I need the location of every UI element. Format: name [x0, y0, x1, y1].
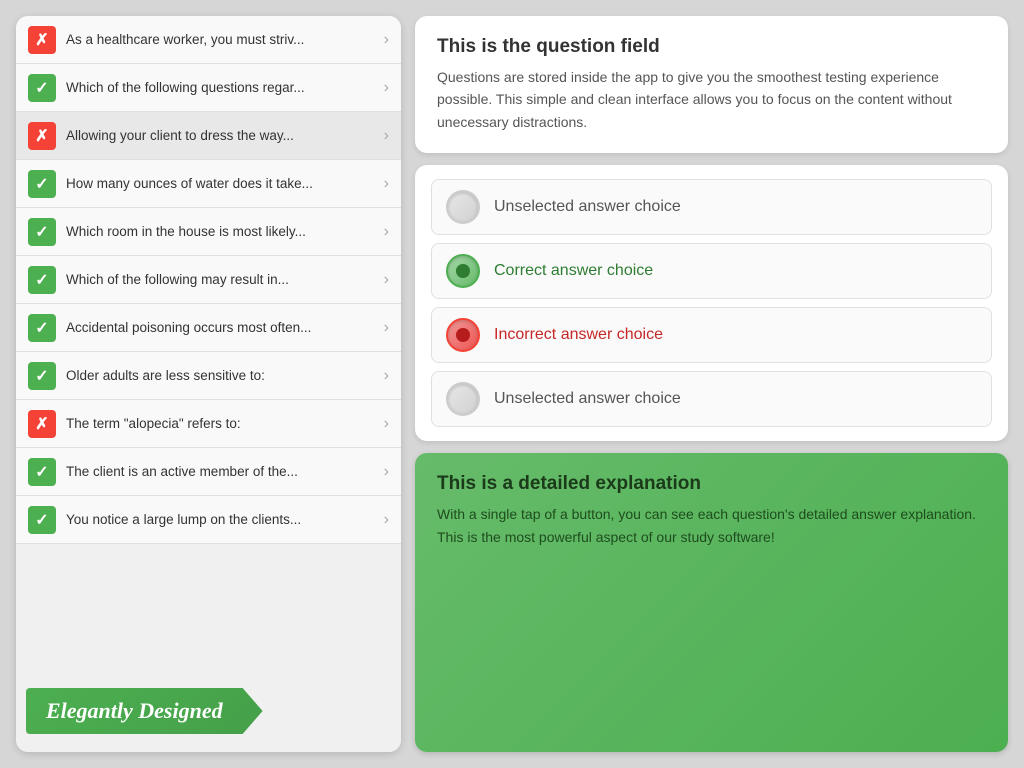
- banner-ribbon-text: Elegantly Designed: [26, 688, 263, 734]
- question-item[interactable]: ✓ Accidental poisoning occurs most often.…: [16, 304, 401, 352]
- question-text: Which of the following may result in...: [66, 272, 374, 287]
- chevron-right-icon: ›: [384, 127, 389, 145]
- check-icon: ✓: [28, 506, 56, 534]
- question-text: Accidental poisoning occurs most often..…: [66, 320, 374, 335]
- radio-button[interactable]: [446, 382, 480, 416]
- explanation-card: This is a detailed explanation With a si…: [415, 453, 1008, 752]
- chevron-right-icon: ›: [384, 31, 389, 49]
- answer-item[interactable]: Unselected answer choice: [431, 371, 992, 427]
- chevron-right-icon: ›: [384, 223, 389, 241]
- question-item[interactable]: ✗ As a healthcare worker, you must striv.…: [16, 16, 401, 64]
- radio-button[interactable]: [446, 318, 480, 352]
- question-item[interactable]: ✓ Which room in the house is most likely.…: [16, 208, 401, 256]
- check-icon: ✓: [28, 362, 56, 390]
- check-icon: ✓: [28, 170, 56, 198]
- question-text: The client is an active member of the...: [66, 464, 374, 479]
- question-text: Older adults are less sensitive to:: [66, 368, 374, 383]
- check-icon: ✓: [28, 74, 56, 102]
- answer-item[interactable]: Incorrect answer choice: [431, 307, 992, 363]
- question-item[interactable]: ✓ The client is an active member of the..…: [16, 448, 401, 496]
- check-icon: ✓: [28, 218, 56, 246]
- x-icon: ✗: [28, 26, 56, 54]
- question-text: Allowing your client to dress the way...: [66, 128, 374, 143]
- question-list-panel: ✗ As a healthcare worker, you must striv.…: [16, 16, 401, 752]
- chevron-right-icon: ›: [384, 367, 389, 385]
- answer-label: Unselected answer choice: [494, 390, 681, 408]
- question-item[interactable]: ✗ The term "alopecia" refers to: ›: [16, 400, 401, 448]
- chevron-right-icon: ›: [384, 79, 389, 97]
- chevron-right-icon: ›: [384, 271, 389, 289]
- question-item[interactable]: ✓ Which of the following may result in...…: [16, 256, 401, 304]
- check-icon: ✓: [28, 314, 56, 342]
- x-icon: ✗: [28, 410, 56, 438]
- answer-item[interactable]: Unselected answer choice: [431, 179, 992, 235]
- answer-label: Correct answer choice: [494, 262, 653, 280]
- check-icon: ✓: [28, 266, 56, 294]
- question-item[interactable]: ✓ How many ounces of water does it take..…: [16, 160, 401, 208]
- question-text: You notice a large lump on the clients..…: [66, 512, 374, 527]
- chevron-right-icon: ›: [384, 319, 389, 337]
- chevron-right-icon: ›: [384, 463, 389, 481]
- chevron-right-icon: ›: [384, 511, 389, 529]
- explanation-body: With a single tap of a button, you can s…: [437, 503, 986, 548]
- question-text: As a healthcare worker, you must striv..…: [66, 32, 374, 47]
- question-text: Which room in the house is most likely..…: [66, 224, 374, 239]
- question-card-title: This is the question field: [437, 36, 986, 58]
- answer-label: Unselected answer choice: [494, 198, 681, 216]
- answers-card: Unselected answer choice Correct answer c…: [415, 165, 1008, 441]
- elegantly-banner: Elegantly Designed: [16, 642, 401, 752]
- question-item[interactable]: ✗ Allowing your client to dress the way..…: [16, 112, 401, 160]
- right-panel: This is the question field Questions are…: [415, 16, 1008, 752]
- question-text: The term "alopecia" refers to:: [66, 416, 374, 431]
- question-item[interactable]: ✓ Which of the following questions regar.…: [16, 64, 401, 112]
- question-item[interactable]: ✓ Older adults are less sensitive to: ›: [16, 352, 401, 400]
- explanation-title: This is a detailed explanation: [437, 473, 986, 495]
- question-text: Which of the following questions regar..…: [66, 80, 374, 95]
- answer-item[interactable]: Correct answer choice: [431, 243, 992, 299]
- question-card-body: Questions are stored inside the app to g…: [437, 66, 986, 133]
- radio-button[interactable]: [446, 254, 480, 288]
- answer-label: Incorrect answer choice: [494, 326, 663, 344]
- question-card: This is the question field Questions are…: [415, 16, 1008, 153]
- question-text: How many ounces of water does it take...: [66, 176, 374, 191]
- check-icon: ✓: [28, 458, 56, 486]
- radio-button[interactable]: [446, 190, 480, 224]
- chevron-right-icon: ›: [384, 175, 389, 193]
- question-item[interactable]: ✓ You notice a large lump on the clients.…: [16, 496, 401, 544]
- chevron-right-icon: ›: [384, 415, 389, 433]
- x-icon: ✗: [28, 122, 56, 150]
